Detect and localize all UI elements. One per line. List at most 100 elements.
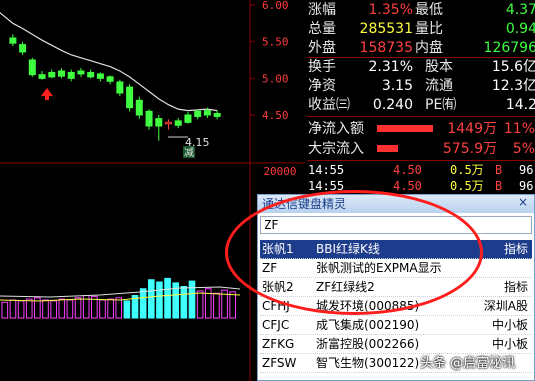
quote-row: 收益㈢ 0.240 PE㈲ 14.2 [307,96,535,114]
result-code: CFJC [262,318,290,332]
trade-side: B [495,179,503,193]
volume-bar [139,288,147,319]
quote-value: 1.35% [368,2,413,18]
candle [9,37,17,44]
quote-label: 量比 [415,21,443,37]
volume-bar [115,297,123,319]
candle [194,110,202,117]
result-name: ZF红绿线2 [316,280,375,294]
volume-bar [213,292,220,319]
result-name: 城发环境(000885) [316,299,420,313]
price-tick-label: 4.50 [262,109,289,122]
quote-row: 换手 2.31% 股本 15.6亿 [307,58,535,76]
flow-divider [307,160,535,161]
quote-value: 14.2 [505,97,535,113]
volume-bar [17,300,25,319]
volume-bar [9,299,17,319]
volume-bar [188,280,196,319]
result-name: 张帆测试的EXPMA显示 [316,261,442,275]
candle [38,74,46,79]
result-type: 指标 [503,242,528,256]
volume-bar [147,279,155,319]
candle [145,110,153,127]
search-result-item[interactable]: 张帆1 BBI红绿K线 指标 [260,240,532,259]
quote-divider [307,57,535,58]
quote-row: 总量 285531 量比 0.94 [307,20,535,38]
volume-bar [123,300,131,319]
quote-label: PE㈲ [425,97,457,113]
search-result-item[interactable]: ZF 张帆测试的EXPMA显示 [260,259,532,278]
quote-value: 0.94 [505,21,535,37]
result-type: 指标 [503,280,528,294]
quote-value: 0.240 [372,97,413,113]
candle [58,70,65,77]
result-code: ZFKG [262,337,295,351]
candle [126,86,134,109]
search-result-item[interactable]: CFJC 成飞集成(002190) 中小板 [260,316,532,335]
volume-axis-label: 20000 [263,165,296,178]
quote-label: 净资 [308,78,336,94]
flow-bar [377,145,398,152]
quote-label: 总量 [308,21,336,37]
quote-row: 净资 3.15 流通 12.3亿 [307,77,535,95]
flow-value: 575.9万 [442,141,497,157]
volume-bar [164,277,171,319]
quote-label: 外盘 [308,40,336,56]
buy-arrow-icon [41,88,53,100]
trade-volume: 0.5万 [450,163,484,177]
candle [174,120,182,126]
trade-side: B [495,163,503,177]
dialog-title: 通达信键盘精灵 [258,195,534,213]
quote-value: 158735 [359,40,413,56]
quote-label: 最低 [415,2,443,18]
trade-price: 4.50 [393,163,422,177]
search-input[interactable]: ZF [260,216,532,234]
result-name: 智飞生物(300122) [316,356,420,370]
close-icon[interactable]: × [516,195,530,209]
quote-value: 12.3亿 [491,78,535,94]
quote-label: 换手 [308,59,336,75]
search-result-item[interactable]: 张帆2 ZF红绿线2 指标 [260,278,532,297]
flow-bar [377,125,433,132]
quote-label: 内盘 [415,40,443,56]
volume-bar [229,291,237,319]
quote-label: 涨幅 [308,2,336,18]
trade-row: 14:55 4.50 0.5万 B 96 [307,179,535,194]
price-tick-label: 6.00 [262,0,289,12]
candle [28,59,36,76]
candle [203,110,211,116]
quote-value: 15.6亿 [491,59,535,75]
quote-value: 126796 [483,40,535,56]
volume-layer [0,277,241,319]
volume-bar [196,290,204,319]
result-code: 张帆1 [262,242,294,256]
candle [96,73,104,79]
candle [213,113,221,117]
quote-label: 流通 [425,78,453,94]
flow-value: 1449万 [447,121,497,137]
trade-time: 14:55 [308,179,345,193]
flow-row: 净流入额 1449万 11% [307,120,535,138]
flow-row: 大宗流入 575.9万 5% [307,140,535,158]
candle [48,71,56,78]
trade-time: 14:55 [308,163,345,177]
volume-bar [58,298,66,319]
candle [87,71,95,78]
result-name: BBI红绿K线 [316,242,380,256]
candle [77,70,85,75]
candle [106,76,114,82]
result-code: ZFSW [262,356,297,370]
result-name: 成飞集成(002190) [316,318,420,332]
search-result-item[interactable]: CFHJ 城发环境(000885) 深圳A股 [260,297,532,316]
volume-ma-line [0,286,241,298]
quote-row: 外盘 158735 内盘 126796 [307,39,535,57]
quote-value: 2.31% [368,59,413,75]
volume-bar [1,301,9,319]
result-type: 深圳A股 [483,299,528,313]
quote-label: 收益㈢ [308,97,350,113]
flow-percent: 11% [503,121,535,137]
volume-bar [25,298,33,319]
quote-row: 涨幅 1.35% 最低 4.37 [307,1,535,19]
quote-panel: 涨幅 1.35% 最低 4.37 总量 285531 量比 0.94 外盘 158735 内盘 126… [307,0,535,190]
candle [165,121,172,125]
